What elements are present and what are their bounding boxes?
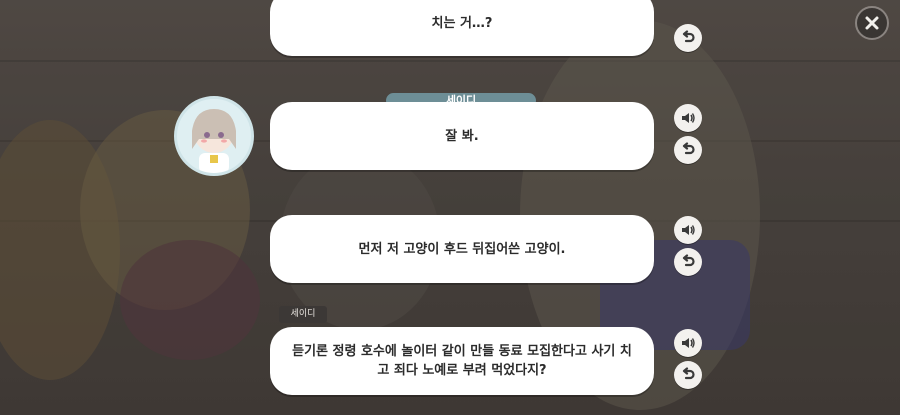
log-entry-bubble: 잘 봐. <box>270 102 654 170</box>
replay-voice-button[interactable] <box>674 24 702 52</box>
speaker-name-tag: 세이디 <box>279 306 327 323</box>
voice-button[interactable] <box>674 329 702 357</box>
log-entry-text: 듣기론 정령 호수에 놀이터 같이 만들 동료 모집한다고 사기 치고 죄다 노… <box>292 344 632 378</box>
speaker-avatar <box>174 96 254 176</box>
replay-voice-icon <box>682 142 695 155</box>
log-entry-bubble: 먼저 저 고양이 후드 뒤집어쓴 고양이. <box>270 215 654 283</box>
replay-voice-button[interactable] <box>674 248 702 276</box>
replay-voice-icon <box>682 30 695 43</box>
replay-voice-button[interactable] <box>674 136 702 164</box>
log-entry-bubble: 치는 거…? <box>270 0 654 56</box>
voice-speaker-icon <box>682 225 695 235</box>
log-entry-text: 먼저 저 고양이 후드 뒤집어쓴 고양이. <box>358 241 566 257</box>
log-entry-text: 치는 거…? <box>431 15 493 31</box>
voice-button[interactable] <box>674 104 702 132</box>
close-icon <box>865 16 879 30</box>
log-entry-text: 잘 봐. <box>445 128 479 144</box>
log-entry-bubble: 듣기론 정령 호수에 놀이터 같이 만들 동료 모집한다고 사기 치고 죄다 노… <box>270 327 654 395</box>
voice-speaker-icon <box>682 113 695 123</box>
replay-voice-icon <box>682 254 695 267</box>
replay-voice-icon <box>682 367 695 380</box>
voice-speaker-icon <box>682 338 695 348</box>
close-button[interactable] <box>855 6 889 40</box>
voice-button[interactable] <box>674 216 702 244</box>
replay-voice-button[interactable] <box>674 361 702 389</box>
